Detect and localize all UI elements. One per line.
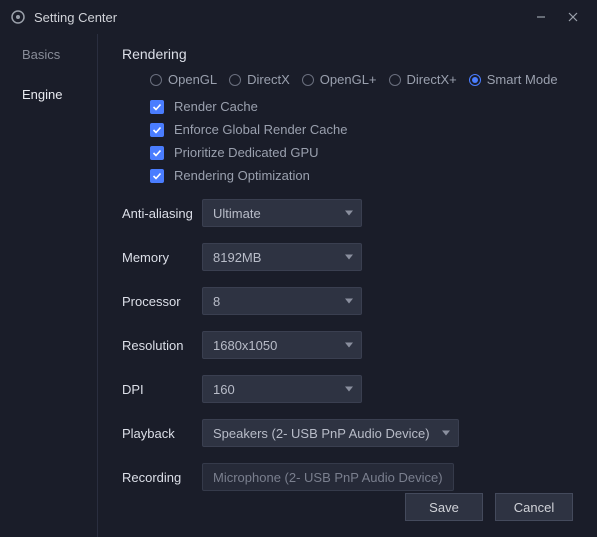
readonly-value: Microphone (2- USB PnP Audio Device) — [213, 470, 443, 485]
close-button[interactable] — [559, 5, 587, 29]
check-icon — [152, 125, 162, 135]
label-anti-aliasing: Anti-aliasing — [122, 206, 202, 221]
checkbox-render-cache[interactable] — [150, 100, 164, 114]
select-value: Ultimate — [213, 206, 261, 221]
label-memory: Memory — [122, 250, 202, 265]
radio-directx-plus[interactable]: DirectX+ — [389, 72, 457, 87]
checkbox-label: Prioritize Dedicated GPU — [174, 145, 319, 160]
sidebar-item-label: Basics — [22, 47, 60, 62]
select-dpi[interactable]: 160 — [202, 375, 362, 403]
footer-buttons: Save Cancel — [405, 493, 573, 521]
select-value: 8192MB — [213, 250, 261, 265]
content-panel: Rendering OpenGL DirectX OpenGL+ DirectX… — [98, 34, 597, 537]
select-resolution[interactable]: 1680x1050 — [202, 331, 362, 359]
checkbox-prioritize-gpu[interactable] — [150, 146, 164, 160]
select-value: 160 — [213, 382, 235, 397]
radio-opengl-plus[interactable]: OpenGL+ — [302, 72, 377, 87]
chevron-down-icon — [345, 343, 353, 348]
radio-label: Smart Mode — [487, 72, 558, 87]
sidebar-item-label: Engine — [22, 87, 62, 102]
select-memory[interactable]: 8192MB — [202, 243, 362, 271]
chevron-down-icon — [345, 211, 353, 216]
radio-label: OpenGL+ — [320, 72, 377, 87]
check-icon — [152, 171, 162, 181]
checkbox-label: Rendering Optimization — [174, 168, 310, 183]
readonly-recording: Microphone (2- USB PnP Audio Device) — [202, 463, 454, 491]
section-title: Rendering — [122, 46, 573, 62]
radio-label: OpenGL — [168, 72, 217, 87]
chevron-down-icon — [345, 387, 353, 392]
select-processor[interactable]: 8 — [202, 287, 362, 315]
check-icon — [152, 148, 162, 158]
sidebar: Basics Engine — [0, 34, 98, 537]
label-recording: Recording — [122, 470, 202, 485]
sidebar-item-basics[interactable]: Basics — [0, 34, 97, 74]
chevron-down-icon — [345, 299, 353, 304]
titlebar: Setting Center — [0, 0, 597, 34]
checkbox-label: Render Cache — [174, 99, 258, 114]
radio-icon — [389, 74, 401, 86]
checkbox-enforce-global[interactable] — [150, 123, 164, 137]
checkbox-label: Enforce Global Render Cache — [174, 122, 347, 137]
label-playback: Playback — [122, 426, 202, 441]
label-processor: Processor — [122, 294, 202, 309]
chevron-down-icon — [442, 431, 450, 436]
check-icon — [152, 102, 162, 112]
select-value: Speakers (2- USB PnP Audio Device) — [213, 426, 430, 441]
label-resolution: Resolution — [122, 338, 202, 353]
radio-label: DirectX — [247, 72, 290, 87]
select-value: 1680x1050 — [213, 338, 277, 353]
window-title: Setting Center — [34, 10, 117, 25]
chevron-down-icon — [345, 255, 353, 260]
select-value: 8 — [213, 294, 220, 309]
radio-icon — [150, 74, 162, 86]
label-dpi: DPI — [122, 382, 202, 397]
app-icon — [10, 9, 26, 25]
checkbox-rendering-opt[interactable] — [150, 169, 164, 183]
radio-opengl[interactable]: OpenGL — [150, 72, 217, 87]
renderer-radio-group: OpenGL DirectX OpenGL+ DirectX+ Smart Mo… — [150, 72, 573, 87]
radio-icon — [229, 74, 241, 86]
radio-label: DirectX+ — [407, 72, 457, 87]
select-anti-aliasing[interactable]: Ultimate — [202, 199, 362, 227]
save-button[interactable]: Save — [405, 493, 483, 521]
radio-directx[interactable]: DirectX — [229, 72, 290, 87]
sidebar-item-engine[interactable]: Engine — [0, 74, 97, 114]
radio-icon — [469, 74, 481, 86]
cancel-button[interactable]: Cancel — [495, 493, 573, 521]
radio-icon — [302, 74, 314, 86]
minimize-button[interactable] — [527, 5, 555, 29]
select-playback[interactable]: Speakers (2- USB PnP Audio Device) — [202, 419, 459, 447]
radio-smart-mode[interactable]: Smart Mode — [469, 72, 558, 87]
